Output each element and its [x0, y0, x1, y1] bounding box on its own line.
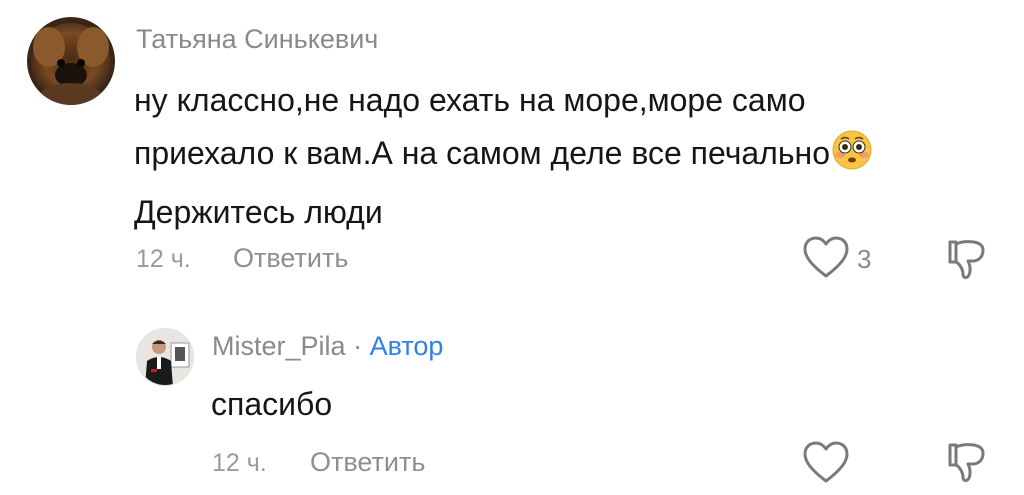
avatar-mister-pila[interactable] — [136, 328, 194, 386]
author-name: Mister_Pila — [212, 331, 346, 361]
heart-outline-icon[interactable] — [802, 236, 850, 280]
comment-2: Mister_Pila · Автор спасибо 12 ч. Ответи… — [0, 300, 1024, 495]
comment-text-line: Держитесь люди — [134, 194, 383, 230]
author-badge: Автор — [369, 331, 444, 361]
comment-text-line: приехало к вам.А на самом деле все печал… — [134, 135, 830, 171]
comments-page: Татьяна Синькевич ну классно,не надо еха… — [0, 0, 1024, 495]
reply-button[interactable]: Ответить — [233, 243, 348, 274]
comment-time: 12 ч. — [212, 449, 267, 477]
author-name: Татьяна Синькевич — [136, 24, 379, 54]
reply-button[interactable]: Ответить — [310, 447, 425, 478]
comment-text-line-with-emoji: приехало к вам.А на самом деле все печал… — [134, 127, 872, 186]
comment-text-line: спасибо — [211, 386, 333, 422]
separator-dot: · — [353, 331, 363, 361]
flushed-face-icon — [832, 130, 872, 186]
comment-1: Татьяна Синькевич ну классно,не надо еха… — [0, 0, 1024, 300]
comment-time: 12 ч. — [136, 245, 191, 273]
heart-outline-icon[interactable] — [802, 441, 850, 485]
comment-author[interactable]: Татьяна Синькевич — [136, 24, 378, 55]
comment-text-line: ну классно,не надо ехать на море,море са… — [134, 82, 806, 118]
comment-author[interactable]: Mister_Pila · Автор — [212, 331, 443, 362]
avatar-tatiana[interactable] — [27, 17, 115, 105]
like-count: 3 — [857, 244, 872, 274]
comment-text: ну классно,не надо ехать на море,море са… — [134, 74, 872, 239]
thumbs-down-outline-icon[interactable] — [944, 238, 988, 282]
thumbs-down-outline-icon[interactable] — [944, 441, 988, 485]
comment-text: спасибо — [211, 382, 332, 426]
